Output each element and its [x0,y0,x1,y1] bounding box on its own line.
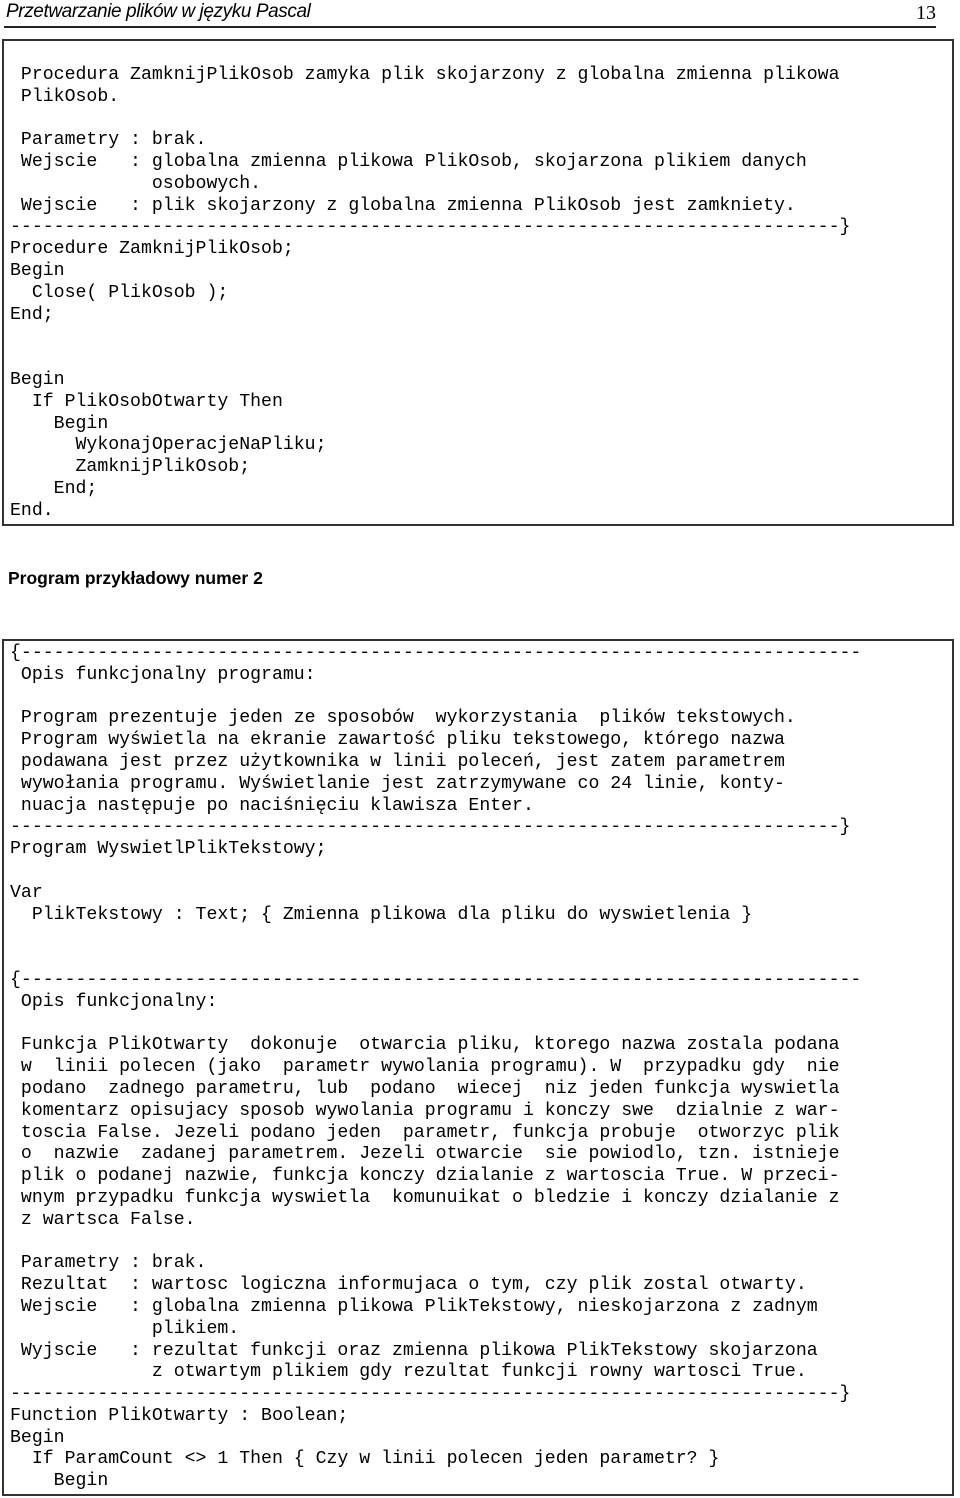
code-line: Begin [10,413,109,434]
code-line: Program WyswietlPlikTekstowy; [10,839,327,860]
code-line: podano zadnego parametru, lub podano wie… [10,1078,840,1099]
code-line: Close( PlikOsob ); [10,282,229,303]
code-line: nuacja następuje po naciśnięciu klawisza… [10,795,534,816]
code-line: {---------------------------------------… [10,643,862,663]
code-line: Wejscie : plik skojarzony z globalna zmi… [10,195,796,216]
code-line: {---------------------------------------… [10,969,862,990]
code-line: WykonajOperacjeNaPliku; [10,435,327,456]
code-line: Program wyświetla na ekranie zawartość p… [10,730,785,751]
code-line: PlikOsob. [10,86,120,107]
code-line: Rezultat : wartosc logiczna informujaca … [10,1275,807,1296]
code-listing-box-2: {---------------------------------------… [2,639,954,1496]
section-heading: Program przykładowy numer 2 [8,568,263,588]
code-line: ----------------------------------------… [10,217,851,238]
code-line: podawana jest przez użytkownika w linii … [10,751,785,772]
code-line: osobowych. [10,173,262,194]
code-line: ----------------------------------------… [10,1384,851,1405]
code-line: End. [10,500,54,521]
code-line: PlikTekstowy : Text; { Zmienna plikowa d… [10,904,753,925]
code-line: toscia False. Jezeli podano jeden parame… [10,1122,840,1143]
code-line: Begin [10,1471,109,1492]
code-line: ZamknijPlikOsob; [10,457,251,478]
code-line: Begin [10,260,65,281]
page-number: 13 [916,2,936,24]
code-line: ----------------------------------------… [10,817,851,838]
code-listing-box-1: Procedura ZamknijPlikOsob zamyka plik sk… [2,39,954,526]
code-line: Opis funkcjonalny programu: [10,664,316,685]
code-line: plik o podanej nazwie, funkcja konczy dz… [10,1166,840,1187]
code-line: wywołania programu. Wyświetlanie jest za… [10,773,785,794]
code-line: Funkcja PlikOtwarty dokonuje otwarcia pl… [10,1035,840,1056]
code-line: Wejscie : globalna zmienna plikowa PlikT… [10,1296,818,1317]
code-line: Opis funkcjonalny: [10,991,218,1012]
code-line: Procedura ZamknijPlikOsob zamyka plik sk… [10,64,840,85]
code-line: End; [10,304,54,325]
page-header: Przetwarzanie plików w języku Pascal 13 [4,0,936,28]
code-line: Parametry : brak. [10,1253,207,1274]
code-line: Begin [10,369,65,390]
code-line: Parametry : brak. [10,130,207,151]
code-line: Wyjscie : rezultat funkcji oraz zmienna … [10,1340,818,1361]
code-line: Procedure ZamknijPlikOsob; [10,239,294,260]
code-line: komentarz opisujacy sposob wywolania pro… [10,1100,840,1121]
code-line: If ParamCount <> 1 Then { Czy w linii po… [10,1449,720,1470]
code-line: wnym przypadku funkcja wyswietla komunui… [10,1187,840,1208]
code-line: If PlikOsobOtwarty Then [10,391,283,412]
code-line: z otwartym plikiem gdy rezultat funkcji … [10,1362,807,1383]
code-line: w linii polecen (jako parametr wywolania… [10,1057,840,1078]
code-line: Begin [10,1427,65,1448]
code-line: o nazwie zadanej parametrem. Jezeli otwa… [10,1144,840,1165]
code-line: Wejscie : globalna zmienna plikowa PlikO… [10,151,807,172]
code-line: End; [10,478,98,499]
running-title: Przetwarzanie plików w języku Pascal [6,1,311,22]
code-line: z wartsca False. [10,1209,196,1230]
code-listing-1: Procedura ZamknijPlikOsob zamyka plik sk… [10,43,850,523]
code-listing-2: {---------------------------------------… [10,643,861,1493]
code-line: Program prezentuje jeden ze sposobów wyk… [10,708,796,729]
code-line: plikiem. [10,1318,240,1339]
code-line: Var [10,882,43,903]
code-line: Function PlikOtwarty : Boolean; [10,1405,349,1426]
